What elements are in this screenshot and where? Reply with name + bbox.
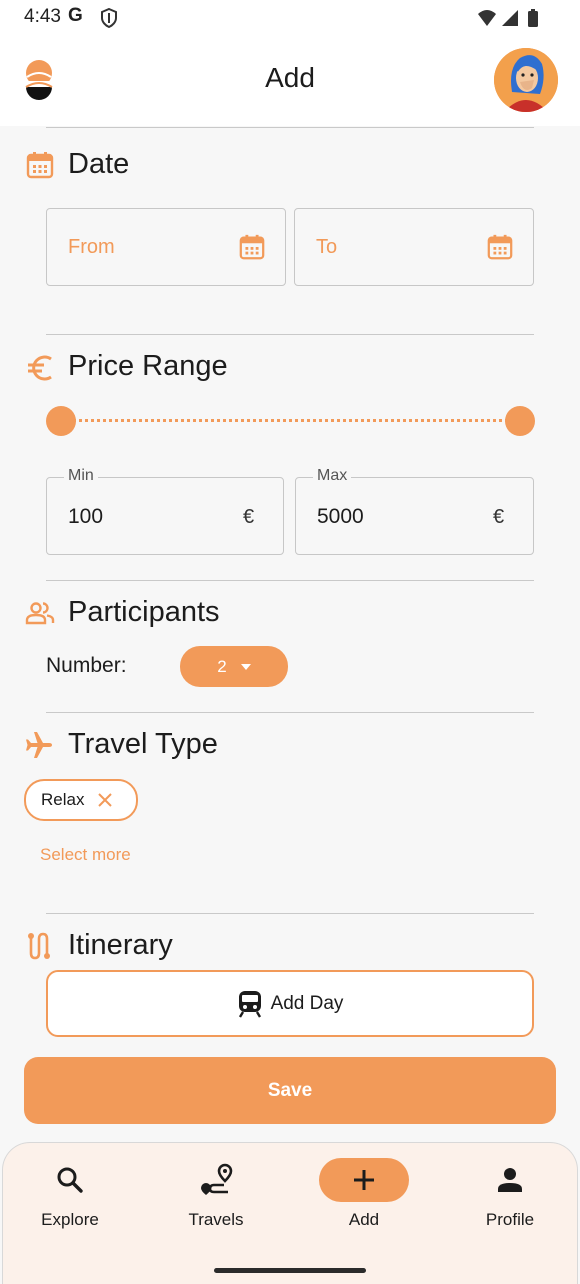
nav-item-add[interactable]: Add — [294, 1158, 434, 1248]
nav-active-indicator — [319, 1158, 409, 1202]
battery-icon — [528, 11, 538, 27]
add-day-button[interactable]: Add Day — [46, 970, 534, 1037]
participants-section-title: Participants — [68, 596, 220, 628]
avatar-image — [494, 48, 558, 112]
max-price-value: 5000 — [317, 505, 364, 528]
price-slider-min-thumb[interactable] — [46, 406, 76, 436]
participants-number-value: 2 — [217, 656, 227, 676]
header-divider — [46, 127, 534, 128]
search-icon — [57, 1167, 83, 1193]
train-icon — [238, 990, 261, 1018]
app-logo[interactable] — [24, 59, 54, 103]
travel-type-chip[interactable]: Relax — [24, 779, 138, 821]
calendar-icon — [26, 152, 54, 179]
participants-number-dropdown[interactable]: 2 — [180, 646, 288, 687]
min-currency-suffix: € — [243, 506, 255, 528]
person-icon — [498, 1168, 522, 1192]
calendar-icon[interactable] — [238, 232, 266, 262]
home-indicator[interactable] — [214, 1268, 366, 1273]
google-icon: G — [68, 5, 83, 26]
nav-label-profile: Profile — [485, 1210, 535, 1229]
nav-label-add: Add — [348, 1210, 380, 1229]
max-currency-suffix: € — [493, 506, 505, 528]
people-icon — [25, 602, 55, 625]
price-slider-max-thumb[interactable] — [505, 406, 535, 436]
shield-icon — [101, 8, 117, 28]
save-label: Save — [267, 1079, 313, 1101]
chip-label: Relax — [41, 790, 85, 809]
close-icon[interactable] — [98, 793, 113, 807]
status-time: 4:43 — [24, 6, 61, 27]
route-icon — [28, 932, 50, 960]
price-section-title: Price Range — [68, 350, 228, 382]
plus-icon — [354, 1170, 374, 1190]
calendar-icon[interactable] — [486, 232, 514, 262]
select-more-link[interactable]: Select more — [40, 845, 131, 865]
nav-label-travels: Travels — [188, 1210, 244, 1229]
section-divider — [46, 334, 534, 335]
date-from-placeholder: From — [68, 236, 115, 258]
section-divider — [46, 712, 534, 713]
min-price-label: Min — [64, 467, 98, 485]
number-label: Number: — [46, 654, 127, 677]
max-price-label: Max — [313, 467, 352, 485]
price-slider-track[interactable] — [60, 419, 520, 422]
euro-icon — [28, 355, 52, 381]
airplane-icon — [26, 732, 52, 758]
wifi-icon — [478, 10, 496, 26]
avatar[interactable] — [494, 48, 558, 112]
date-section-title: Date — [68, 148, 130, 180]
itinerary-section-title: Itinerary — [68, 929, 173, 961]
min-price-value: 100 — [68, 505, 104, 528]
section-divider — [46, 580, 534, 581]
nav-label-explore: Explore — [41, 1210, 99, 1229]
nav-item-explore[interactable]: Explore — [0, 1158, 140, 1248]
route-icon — [201, 1163, 233, 1195]
page-title: Add — [265, 62, 315, 93]
save-button[interactable]: Save — [24, 1057, 556, 1124]
caret-down-icon — [240, 663, 251, 670]
nav-item-travels[interactable]: Travels — [146, 1158, 286, 1248]
section-divider — [46, 913, 534, 914]
travel-type-section-title: Travel Type — [68, 728, 218, 760]
add-day-label: Add Day — [270, 992, 344, 1014]
signal-icon — [502, 10, 518, 26]
status-icons — [478, 9, 538, 27]
date-to-placeholder: To — [316, 236, 338, 258]
nav-item-profile[interactable]: Profile — [440, 1158, 580, 1248]
